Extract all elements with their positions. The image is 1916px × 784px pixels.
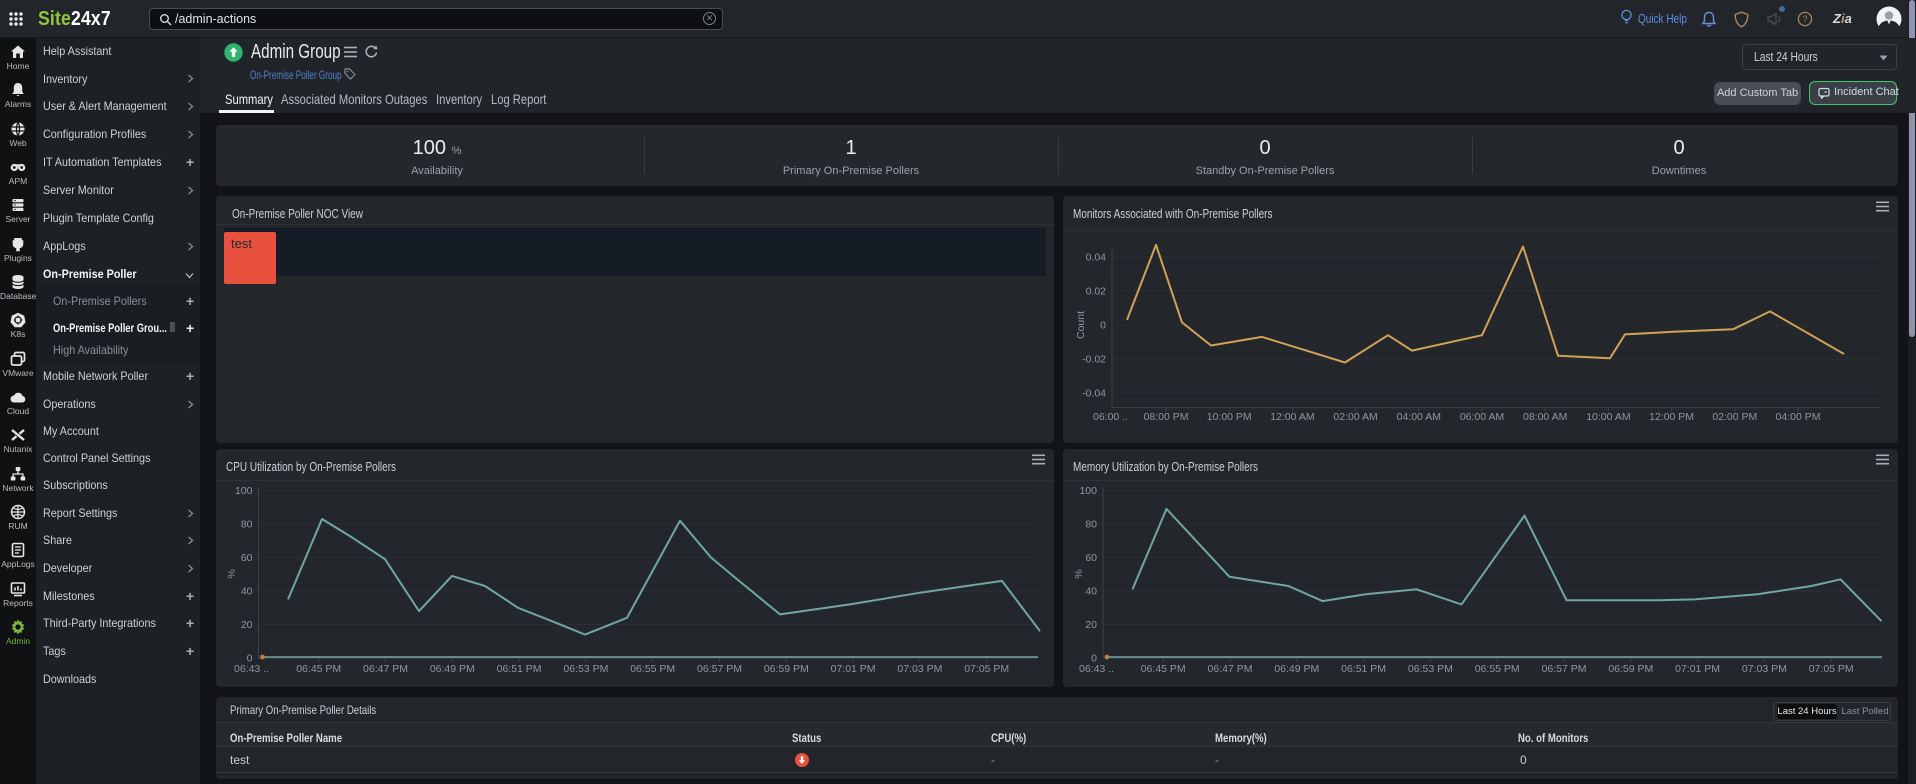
svg-text:07:05 PM: 07:05 PM xyxy=(964,663,1009,675)
svg-text:?: ? xyxy=(1802,14,1807,24)
svg-text:06:55 PM: 06:55 PM xyxy=(630,663,675,675)
svg-text:80: 80 xyxy=(241,519,253,531)
svg-text:20: 20 xyxy=(241,619,253,631)
svg-text:-0.02: -0.02 xyxy=(1082,354,1106,366)
svg-text:07:03 PM: 07:03 PM xyxy=(1742,663,1787,675)
svg-text:06:45 PM: 06:45 PM xyxy=(1141,663,1186,675)
svg-text:02:00 PM: 02:00 PM xyxy=(1712,411,1757,423)
svg-text:100: 100 xyxy=(235,485,253,497)
svg-text:%: % xyxy=(226,569,238,578)
svg-text:%: % xyxy=(1073,569,1085,578)
svg-text:07:01 PM: 07:01 PM xyxy=(1675,663,1720,675)
svg-text:12:00 PM: 12:00 PM xyxy=(1649,411,1694,423)
svg-text:07:03 PM: 07:03 PM xyxy=(897,663,942,675)
svg-text:06:49 PM: 06:49 PM xyxy=(1274,663,1319,675)
svg-text:Count: Count xyxy=(1075,311,1087,339)
svg-text:06:59 PM: 06:59 PM xyxy=(1608,663,1653,675)
svg-text:08:00 AM: 08:00 AM xyxy=(1523,411,1567,423)
svg-text:06:47 PM: 06:47 PM xyxy=(363,663,408,675)
svg-text:40: 40 xyxy=(241,586,253,598)
svg-text:02:00 AM: 02:00 AM xyxy=(1333,411,1377,423)
svg-text:06:00 ..: 06:00 .. xyxy=(1093,411,1128,423)
svg-text:06:53 PM: 06:53 PM xyxy=(1408,663,1453,675)
svg-text:06:51 PM: 06:51 PM xyxy=(1341,663,1386,675)
svg-text:07:05 PM: 07:05 PM xyxy=(1809,663,1854,675)
svg-text:12:00 AM: 12:00 AM xyxy=(1270,411,1314,423)
svg-text:06:57 PM: 06:57 PM xyxy=(1542,663,1587,675)
svg-text:80: 80 xyxy=(1085,519,1097,531)
svg-text:10:00 PM: 10:00 PM xyxy=(1207,411,1252,423)
svg-text:08:00 PM: 08:00 PM xyxy=(1144,411,1189,423)
svg-text:04:00 PM: 04:00 PM xyxy=(1776,411,1821,423)
svg-text:07:01 PM: 07:01 PM xyxy=(831,663,876,675)
svg-text:06:53 PM: 06:53 PM xyxy=(563,663,608,675)
svg-text:06:43 ..: 06:43 .. xyxy=(234,663,269,675)
svg-text:06:59 PM: 06:59 PM xyxy=(764,663,809,675)
svg-text:10:00 AM: 10:00 AM xyxy=(1586,411,1630,423)
svg-text:06:49 PM: 06:49 PM xyxy=(430,663,475,675)
svg-text:06:57 PM: 06:57 PM xyxy=(697,663,742,675)
svg-text:06:00 AM: 06:00 AM xyxy=(1460,411,1504,423)
svg-text:20: 20 xyxy=(1085,619,1097,631)
svg-text:60: 60 xyxy=(1085,552,1097,564)
svg-text:06:43 ..: 06:43 .. xyxy=(1079,663,1114,675)
svg-text:06:51 PM: 06:51 PM xyxy=(497,663,542,675)
svg-text:06:55 PM: 06:55 PM xyxy=(1475,663,1520,675)
svg-text:-0.04: -0.04 xyxy=(1082,388,1106,400)
svg-text:0.04: 0.04 xyxy=(1086,251,1107,263)
svg-text:06:45 PM: 06:45 PM xyxy=(296,663,341,675)
svg-text:06:47 PM: 06:47 PM xyxy=(1208,663,1253,675)
svg-text:0.02: 0.02 xyxy=(1086,285,1107,297)
svg-text:100: 100 xyxy=(1079,485,1097,497)
svg-text:40: 40 xyxy=(1085,586,1097,598)
svg-text:60: 60 xyxy=(241,552,253,564)
svg-text:0: 0 xyxy=(1100,320,1106,332)
svg-text:04:00 AM: 04:00 AM xyxy=(1397,411,1441,423)
